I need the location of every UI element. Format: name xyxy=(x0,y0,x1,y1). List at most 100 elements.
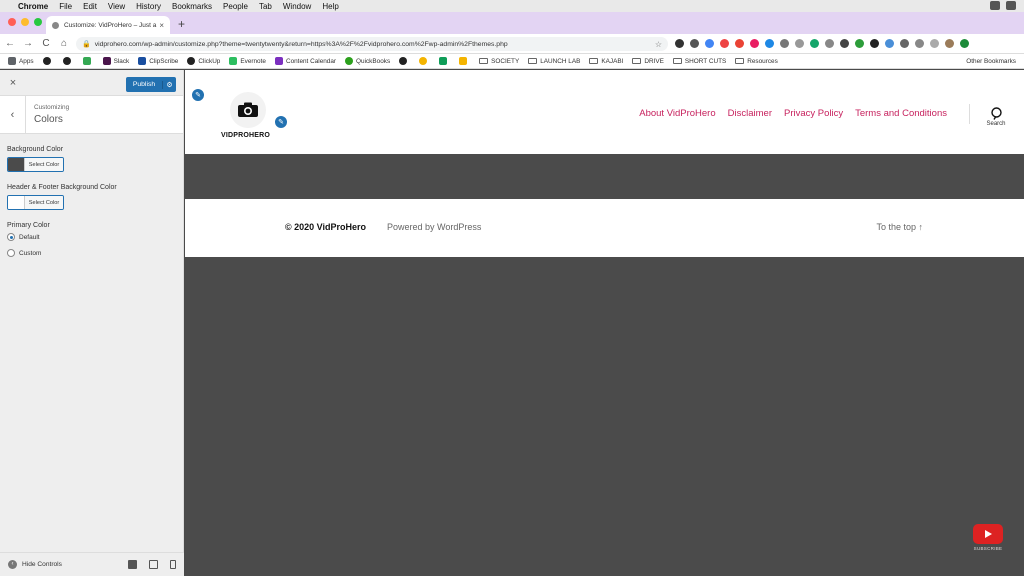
lock-icon[interactable]: 🔒 xyxy=(82,40,91,48)
site-preview: ✎ ✎ VIDPROHERO About VidProHero Disclaim… xyxy=(185,70,1024,576)
bookmark-item[interactable] xyxy=(82,57,94,65)
to-the-top-link[interactable]: To the top ↑ xyxy=(876,222,923,232)
apps-grid-icon xyxy=(8,57,16,65)
mobile-preview-icon[interactable] xyxy=(170,560,176,569)
extension-icon[interactable] xyxy=(900,39,909,48)
bookmark-apps[interactable]: Apps xyxy=(8,57,34,65)
background-color-picker[interactable]: Select Color xyxy=(7,157,64,172)
bookmark-quickbooks[interactable]: QuickBooks xyxy=(345,57,390,65)
status-icon[interactable] xyxy=(990,1,1000,10)
bookmark-folder-launch-lab[interactable]: LAUNCH LAB xyxy=(528,58,580,65)
maximize-window-icon[interactable] xyxy=(34,18,42,26)
menu-file[interactable]: File xyxy=(59,2,72,11)
menu-history[interactable]: History xyxy=(136,2,161,11)
tab-title: Customize: VidProHero – Just a xyxy=(64,21,157,29)
publish-settings-gear-icon[interactable]: ⚙ xyxy=(162,80,176,89)
edit-shortcut-pencil-icon[interactable]: ✎ xyxy=(191,88,205,102)
extension-icon[interactable] xyxy=(765,39,774,48)
bookmark-folder-drive[interactable]: DRIVE xyxy=(632,58,664,65)
desktop-preview-icon[interactable] xyxy=(128,560,137,569)
tab-close-icon[interactable]: × xyxy=(159,21,164,30)
bookmarks-bar: Apps Slack ClipScribe ClickUp Evernote C… xyxy=(0,54,1024,69)
subscribe-watermark[interactable]: SUBSCRIBE xyxy=(971,524,1005,552)
bookmark-clickup[interactable]: ClickUp xyxy=(187,57,220,65)
nav-privacy-policy[interactable]: Privacy Policy xyxy=(784,108,843,119)
menu-view[interactable]: View xyxy=(108,2,125,11)
browser-tab[interactable]: Customize: VidProHero – Just a × xyxy=(46,16,170,34)
minimize-window-icon[interactable] xyxy=(21,18,29,26)
dropbox-icon[interactable] xyxy=(1006,1,1016,10)
menu-edit[interactable]: Edit xyxy=(83,2,97,11)
extension-icon[interactable] xyxy=(885,39,894,48)
publish-button[interactable]: Publish ⚙ xyxy=(126,77,176,92)
bookmark-label: KAJABI xyxy=(601,57,624,65)
nav-terms-and-conditions[interactable]: Terms and Conditions xyxy=(855,108,947,119)
extension-icon[interactable] xyxy=(870,39,879,48)
extension-icon[interactable] xyxy=(840,39,849,48)
extension-icon[interactable] xyxy=(795,39,804,48)
back-arrow-icon[interactable]: ‹ xyxy=(0,95,26,134)
bookmark-slack[interactable]: Slack xyxy=(102,57,129,65)
edit-shortcut-pencil-icon[interactable]: ✎ xyxy=(274,115,288,129)
bookmark-item[interactable] xyxy=(419,57,430,65)
extension-icon[interactable] xyxy=(960,39,969,48)
footer-copyright[interactable]: © 2020 VidProHero xyxy=(285,222,366,232)
bookmark-folder-society[interactable]: SOCIETY xyxy=(479,58,519,65)
extension-icon[interactable] xyxy=(720,39,729,48)
extension-icon[interactable] xyxy=(735,39,744,48)
bookmark-item[interactable] xyxy=(399,57,410,65)
extension-icon[interactable] xyxy=(825,39,834,48)
search-toggle[interactable]: Search xyxy=(983,107,1009,127)
hide-controls-button[interactable]: Hide Controls xyxy=(22,561,62,568)
radio-custom[interactable] xyxy=(7,249,15,257)
search-icon xyxy=(990,107,1002,120)
bookmark-favicon-icon xyxy=(62,57,71,65)
close-window-icon[interactable] xyxy=(8,18,16,26)
close-customizer-icon[interactable]: × xyxy=(0,77,26,89)
extension-icon[interactable] xyxy=(675,39,684,48)
profile-avatar[interactable] xyxy=(945,39,954,48)
menu-app-name[interactable]: Chrome xyxy=(18,2,48,11)
address-bar[interactable]: 🔒 vidprohero.com/wp-admin/customize.php?… xyxy=(76,37,668,51)
bookmark-item[interactable] xyxy=(439,57,450,65)
bookmark-star-icon[interactable]: ☆ xyxy=(655,40,662,49)
extension-icon[interactable] xyxy=(780,39,789,48)
tablet-preview-icon[interactable] xyxy=(149,560,158,569)
footer-powered-by[interactable]: Powered by WordPress xyxy=(387,222,481,232)
nav-about[interactable]: About VidProHero xyxy=(639,108,715,119)
home-button[interactable]: ⌂ xyxy=(56,38,72,49)
menu-window[interactable]: Window xyxy=(283,2,311,11)
bookmark-folder-kajabi[interactable]: KAJABI xyxy=(589,58,623,65)
nav-disclaimer[interactable]: Disclaimer xyxy=(728,108,772,119)
menu-bookmarks[interactable]: Bookmarks xyxy=(172,2,212,11)
reload-button[interactable]: C xyxy=(38,38,54,49)
bookmark-folder-resources[interactable]: Resources xyxy=(735,58,778,65)
menu-people[interactable]: People xyxy=(223,2,248,11)
extension-icon[interactable] xyxy=(855,39,864,48)
bookmark-item[interactable] xyxy=(42,57,54,65)
primary-custom-option[interactable]: Custom xyxy=(7,249,176,257)
back-button[interactable]: ← xyxy=(2,38,18,49)
other-bookmarks[interactable]: Other Bookmarks xyxy=(966,58,1016,65)
bookmark-folder-short-cuts[interactable]: SHORT CUTS xyxy=(672,58,726,65)
radio-default[interactable] xyxy=(7,233,15,241)
menu-tab[interactable]: Tab xyxy=(259,2,272,11)
extension-icon[interactable] xyxy=(750,39,759,48)
forward-button[interactable]: → xyxy=(20,38,36,49)
hide-controls-icon[interactable]: ‹ xyxy=(8,560,17,569)
extension-icon[interactable] xyxy=(915,39,924,48)
bookmark-item[interactable] xyxy=(459,57,470,65)
bookmark-evernote[interactable]: Evernote xyxy=(229,57,266,65)
new-tab-button[interactable]: + xyxy=(178,18,185,30)
extension-icon[interactable] xyxy=(810,39,819,48)
extension-icon[interactable] xyxy=(690,39,699,48)
bookmark-clipscribe[interactable]: ClipScribe xyxy=(138,57,178,65)
primary-default-option[interactable]: Default xyxy=(7,233,176,241)
extension-icon[interactable] xyxy=(930,39,939,48)
header-footer-color-picker[interactable]: Select Color xyxy=(7,195,64,210)
site-logo[interactable] xyxy=(230,92,266,128)
bookmark-item[interactable] xyxy=(62,57,74,65)
bookmark-content-calendar[interactable]: Content Calendar xyxy=(274,57,336,65)
menu-help[interactable]: Help xyxy=(322,2,338,11)
extension-icon[interactable] xyxy=(705,39,714,48)
